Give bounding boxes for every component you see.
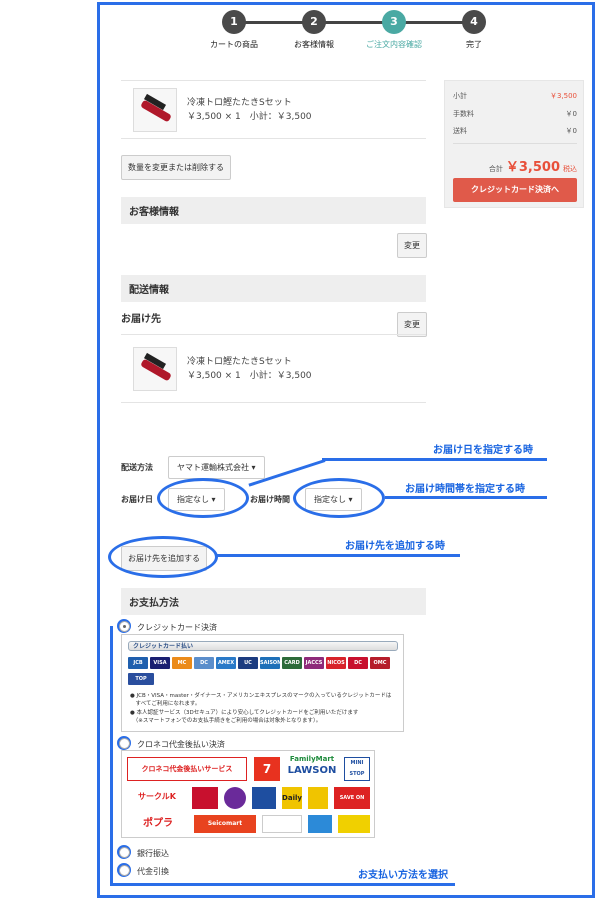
step-label: カートの商品 [210, 40, 258, 49]
seven-eleven-logo: 7 [254, 757, 280, 781]
annotation-date: お届け日を指定する時 [433, 445, 533, 456]
fee-label: 手数料 [453, 110, 474, 118]
card-note: （※スマートフォンでのお支払手続きをご利用の場合は対象外となります）。 [130, 718, 322, 724]
credit-card-pay-button[interactable]: クレジットカード決済へ [453, 178, 577, 202]
order-summary: 小計 ￥3,500 手数料 ￥0 送料 ￥0 合計 ￥3,500 税込 クレジットカード決… [444, 80, 584, 208]
annotation-oval [157, 478, 249, 518]
delivery-item: 冷凍トロ鰹たたきSセット ￥3,500 × 1 小計：￥3,500 [121, 334, 426, 402]
annotation-oval [108, 536, 218, 578]
payment-option-cod: 代金引換 [137, 867, 169, 876]
payment-option-credit: クレジットカード決済 [137, 623, 217, 632]
shipping-label: 送料 [453, 127, 467, 135]
product-thumbnail [133, 347, 177, 391]
card-brand-logo: CARD [282, 657, 302, 669]
store-logo [252, 787, 276, 809]
shipping-method-label: 配送方法 [121, 463, 153, 472]
product-name: 冷凍トロ鰹たたきSセット [187, 98, 292, 108]
step-label: お客様情報 [294, 40, 334, 49]
step-number: 1 [222, 10, 246, 34]
card-brand-logo: NICOS [326, 657, 346, 669]
card-note: すべてご利用になれます。 [130, 701, 201, 707]
total-label: 合計 [488, 165, 503, 173]
ministop-logo: MINI STOP [344, 757, 370, 781]
annotation-oval [293, 478, 385, 518]
step-number: 4 [462, 10, 486, 34]
customer-change-button[interactable]: 変更 [397, 233, 427, 258]
circle-k-logo: サークルK [138, 792, 176, 801]
card-brand-logo: VISA [150, 657, 170, 669]
shipping-value: ￥0 [565, 127, 577, 135]
payment-radio-credit[interactable] [119, 621, 130, 632]
store-logo [224, 787, 246, 809]
store-logo [338, 815, 370, 833]
delivery-date-label: お届け日 [121, 495, 153, 504]
card-brand-logo: UC [238, 657, 258, 669]
step-label: 完了 [466, 40, 482, 49]
card-panel-header: クレジットカード払い [128, 641, 398, 651]
card-brand-logo: OMC [370, 657, 390, 669]
delivery-info-header: 配送情報 [121, 275, 426, 302]
card-brand-logo: DC [348, 657, 368, 669]
save-on-logo: SAVE ON [334, 787, 370, 809]
store-logo [192, 787, 218, 809]
product-price: ￥3,500 × 1 小計：￥3,500 [187, 371, 312, 381]
step-number: 3 [382, 10, 406, 34]
subtotal-value: ￥3,500 [549, 92, 577, 100]
card-brand-logo: SAISON [260, 657, 281, 669]
product-thumbnail [133, 88, 177, 132]
tax-label: 税込 [563, 165, 577, 173]
daily-logo: Daily [282, 787, 302, 809]
step-confirm: 3 ご注文内容確認 [354, 10, 434, 50]
payment-option-kuroneko: クロネコ代金後払い決済 [137, 740, 225, 749]
store-logo [262, 815, 302, 833]
fee-value: ￥0 [565, 110, 577, 118]
product-price: ￥3,500 × 1 小計：￥3,500 [187, 112, 312, 122]
seicomart-logo: Seicomart [194, 815, 256, 833]
cart-item: 冷凍トロ鰹たたきSセット ￥3,500 × 1 小計：￥3,500 [121, 80, 426, 138]
kuroneko-stores-panel: クロネコ代金後払いサービス 7 FamilyMart LAWSON MINI S… [121, 750, 375, 838]
step-label: ご注文内容確認 [366, 40, 422, 49]
payment-radio-cod[interactable] [119, 865, 130, 876]
card-note: ● JCB・VISA・master・ダイナース・アメリカンエキスプレスのマークの… [130, 693, 392, 699]
change-quantity-button[interactable]: 数量を変更または削除する [121, 155, 231, 180]
step-customer: 2 お客様情報 [274, 10, 354, 50]
card-brand-logo: AMEX [216, 657, 236, 669]
step-complete: 4 完了 [434, 10, 514, 50]
subtotal-label: 小計 [453, 92, 467, 100]
annotation-add-destination: お届け先を追加する時 [345, 541, 445, 552]
card-brand-logo: TOP [128, 673, 154, 685]
shipping-method-value: ヤマト運輸株式会社 [177, 463, 249, 472]
kuroneko-service-logo: クロネコ代金後払いサービス [127, 757, 247, 781]
familymart-logo: FamilyMart [289, 755, 335, 763]
payment-header: お支払方法 [121, 588, 426, 615]
card-brand-logo: DC [194, 657, 214, 669]
annotation-payment: お支払い方法を選択 [358, 870, 448, 881]
credit-card-panel: クレジットカード払い JCB VISA MC DC AMEX UC SAISON… [121, 634, 404, 732]
annotation-time: お届け時間帯を指定する時 [405, 484, 525, 495]
step-number: 2 [302, 10, 326, 34]
payment-radio-kuroneko[interactable] [119, 738, 130, 749]
product-name: 冷凍トロ鰹たたきSセット [187, 357, 292, 367]
shipping-method-select[interactable]: ヤマト運輸株式会社 ▾ [168, 456, 265, 479]
poplar-logo: ポプラ [143, 818, 173, 829]
delivery-time-label: お届け時間 [250, 495, 290, 504]
total-value: ￥3,500 [505, 160, 560, 175]
card-brand-logo: JCB [128, 657, 148, 669]
store-logo [308, 787, 328, 809]
card-brand-logo: MC [172, 657, 192, 669]
store-logo [308, 815, 332, 833]
card-brand-logo: JACCS [304, 657, 324, 669]
card-note: ● 本人認証サービス（3Dセキュア）により安心してクレジットカードをご利用いただ… [130, 710, 359, 716]
payment-radio-bank[interactable] [119, 847, 130, 858]
customer-info-header: お客様情報 [121, 197, 426, 224]
destination-label: お届け先 [121, 314, 161, 325]
checkout-stepper: 1 カートの商品 2 お客様情報 3 ご注文内容確認 4 完了 [210, 10, 486, 54]
step-cart: 1 カートの商品 [194, 10, 274, 50]
lawson-logo: LAWSON [287, 765, 337, 776]
payment-option-bank: 銀行振込 [137, 849, 169, 858]
